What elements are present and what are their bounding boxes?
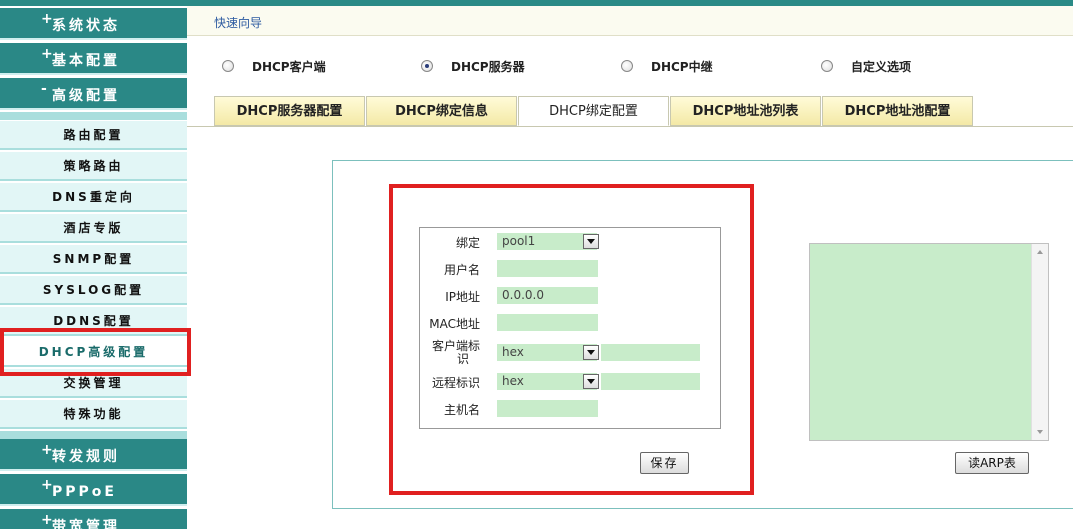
sidebar-separator [0, 431, 187, 439]
radio-button-icon[interactable] [821, 60, 833, 72]
arp-list-scrollbar[interactable] [1031, 244, 1048, 440]
read-arp-table-button[interactable]: 读ARP表 [955, 452, 1029, 474]
radio-button-icon[interactable] [621, 60, 633, 72]
radio-button-icon[interactable] [222, 60, 234, 72]
expand-plus-icon: + [41, 442, 53, 458]
sidebar-item-route-config[interactable]: 路由配置 [0, 121, 187, 150]
expand-plus-icon: + [41, 477, 53, 493]
expand-plus-icon: + [41, 11, 53, 27]
sidebar-category-label: 高级配置 [52, 88, 120, 104]
sidebar-category-basic-config[interactable]: + 基本配置 [0, 43, 187, 75]
sidebar-item-syslog-config[interactable]: SYSLOG配置 [0, 276, 187, 305]
arp-list-box[interactable] [809, 243, 1049, 441]
expand-plus-icon: + [41, 46, 53, 62]
mode-label: 自定义选项 [851, 60, 912, 74]
sidebar-category-forwarding-rules[interactable]: + 转发规则 [0, 439, 187, 471]
tab-dhcp-pool-config[interactable]: DHCP地址池配置 [822, 96, 973, 126]
sidebar-top-bar [0, 0, 187, 6]
sidebar-item-snmp-config[interactable]: SNMP配置 [0, 245, 187, 274]
tab-dhcp-server-config[interactable]: DHCP服务器配置 [214, 96, 365, 126]
sidebar-item-special-functions[interactable]: 特殊功能 [0, 400, 187, 429]
quick-wizard-link[interactable]: 快速向导 [214, 14, 262, 31]
expand-plus-icon: + [41, 512, 53, 528]
collapse-minus-icon: - [41, 81, 47, 97]
sidebar-item-policy-route[interactable]: 策略路由 [0, 152, 187, 181]
breadcrumb: 快速向导 [187, 6, 1073, 36]
sidebar: + 系统状态 + 基本配置 - 高级配置 路由配置 策略路由 DNS重定向 酒店… [0, 0, 187, 529]
sidebar-separator [0, 112, 187, 120]
sidebar-category-advanced-config[interactable]: - 高级配置 [0, 78, 187, 110]
tab-dhcp-binding-config[interactable]: DHCP绑定配置 [518, 96, 669, 126]
sidebar-category-pppoe[interactable]: + PPPoE [0, 474, 187, 506]
sidebar-item-hotel-edition[interactable]: 酒店专版 [0, 214, 187, 243]
sidebar-highlight-box [0, 328, 191, 376]
form-highlight-box [389, 184, 754, 495]
mode-label: DHCP客户端 [252, 60, 326, 74]
radio-button-selected-icon[interactable] [421, 60, 433, 72]
sidebar-category-system-status[interactable]: + 系统状态 [0, 8, 187, 40]
tab-dhcp-binding-info[interactable]: DHCP绑定信息 [366, 96, 517, 126]
sidebar-item-dns-redirect[interactable]: DNS重定向 [0, 183, 187, 212]
mode-label: DHCP中继 [651, 60, 713, 74]
scroll-down-arrow-icon[interactable] [1037, 430, 1043, 434]
mode-label: DHCP服务器 [451, 60, 525, 74]
scroll-up-arrow-icon[interactable] [1037, 250, 1043, 254]
tab-dhcp-pool-list[interactable]: DHCP地址池列表 [670, 96, 821, 126]
main-content: 快速向导 DHCP客户端 DHCP服务器 DHCP中继 自定义选项 DHCP服务… [187, 0, 1073, 529]
sidebar-category-bandwidth-management[interactable]: + 带宽管理 [0, 509, 187, 529]
